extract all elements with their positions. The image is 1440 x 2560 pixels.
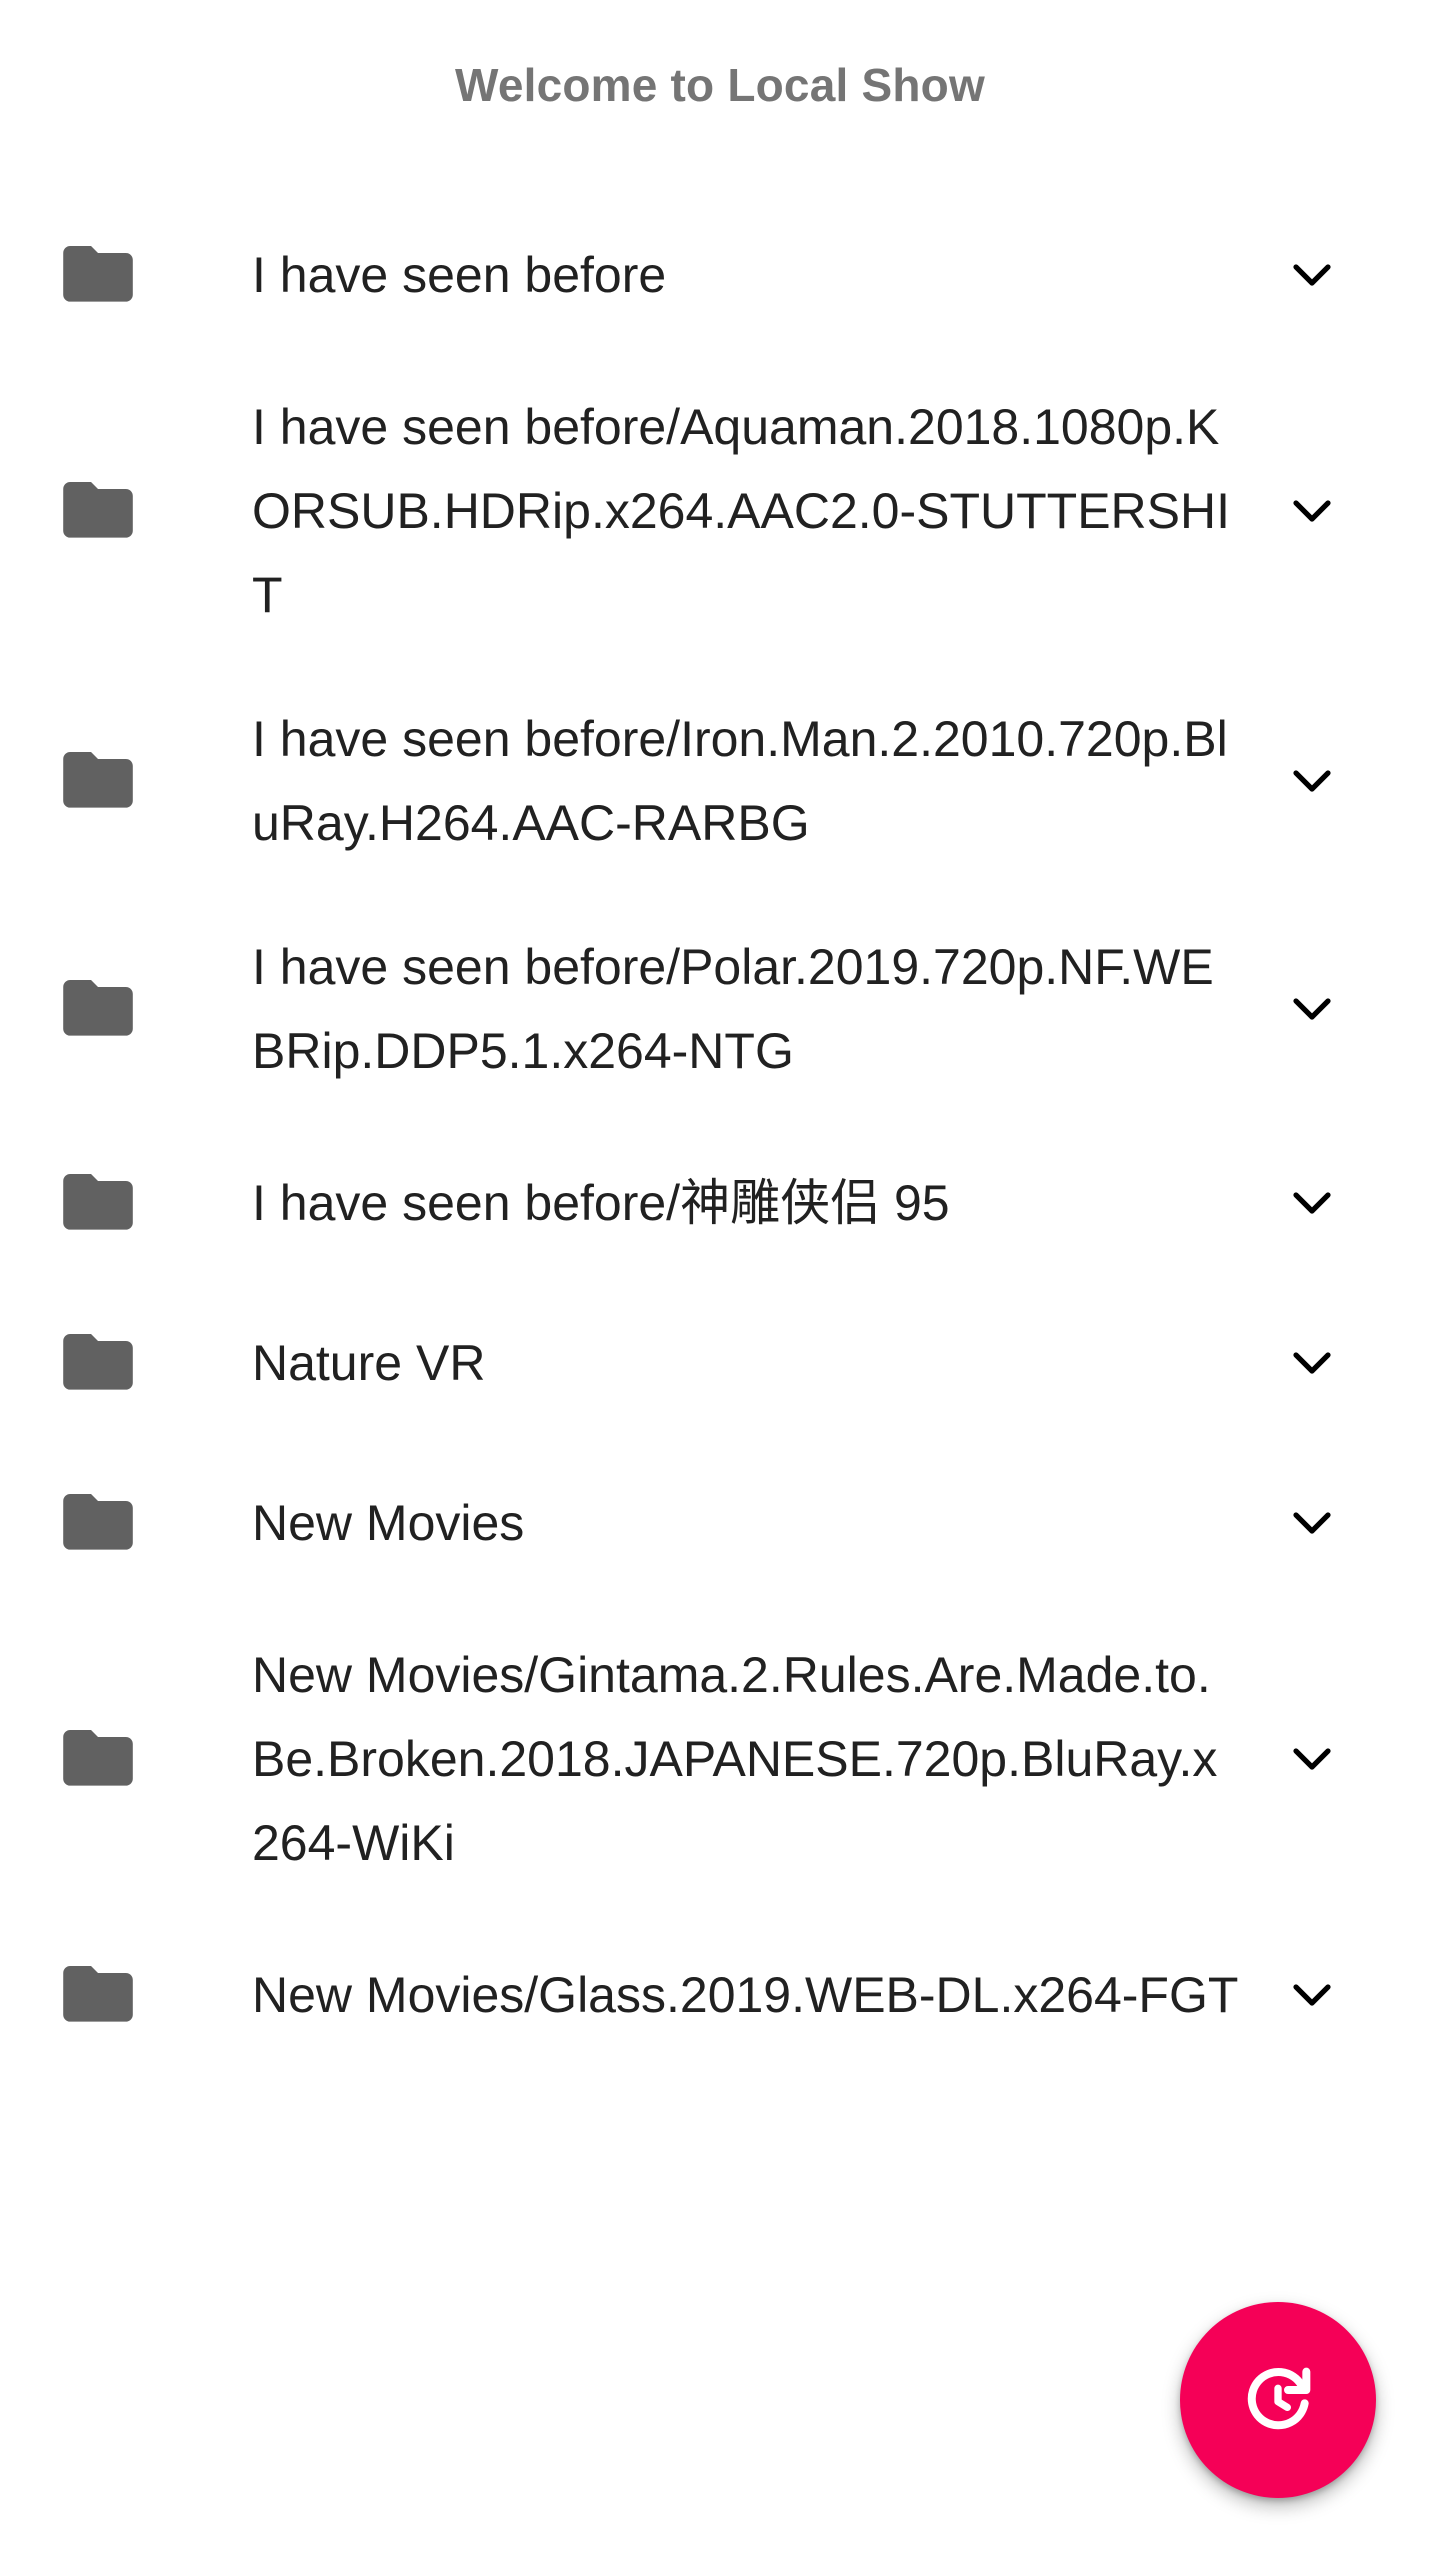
- folder-label: I have seen before/神雕侠侣 95: [252, 1175, 950, 1231]
- chevron-down-icon[interactable]: [1262, 461, 1362, 561]
- folder-icon: [62, 1494, 134, 1551]
- app-screen: Welcome to Local Show I have seen before…: [0, 0, 1440, 2560]
- folder-label: I have seen before/Iron.Man.2.2010.720p.…: [252, 711, 1228, 851]
- page-title: Welcome to Local Show: [455, 59, 985, 111]
- folder-list: I have seen before I have seen before/Aq…: [0, 170, 1440, 2075]
- folder-icon: [62, 1334, 134, 1391]
- chevron-down-icon[interactable]: [1262, 959, 1362, 1059]
- folder-list-item[interactable]: I have seen before/神雕侠侣 95: [0, 1123, 1440, 1283]
- refresh-button[interactable]: [1180, 2302, 1376, 2498]
- folder-label: New Movies: [252, 1495, 525, 1551]
- chevron-down-icon[interactable]: [1262, 1313, 1362, 1413]
- refresh-icon: [1238, 2360, 1318, 2440]
- chevron-down-icon[interactable]: [1262, 1153, 1362, 1253]
- folder-label: Nature VR: [252, 1335, 486, 1391]
- folder-list-item[interactable]: Nature VR: [0, 1283, 1440, 1443]
- folder-label: I have seen before: [252, 247, 667, 303]
- chevron-down-icon[interactable]: [1262, 225, 1362, 325]
- folder-label: New Movies/Gintama.2.Rules.Are.Made.to.B…: [252, 1647, 1218, 1871]
- chevron-down-icon[interactable]: [1262, 1945, 1362, 2045]
- chevron-down-icon[interactable]: [1262, 731, 1362, 831]
- app-header: Welcome to Local Show: [0, 0, 1440, 170]
- folder-label: I have seen before/Polar.2019.720p.NF.WE…: [252, 939, 1214, 1079]
- folder-list-item[interactable]: I have seen before/Polar.2019.720p.NF.WE…: [0, 895, 1440, 1123]
- folder-icon: [62, 980, 134, 1037]
- chevron-down-icon[interactable]: [1262, 1473, 1362, 1573]
- folder-list-item[interactable]: I have seen before/Aquaman.2018.1080p.KO…: [0, 355, 1440, 667]
- folder-label: I have seen before/Aquaman.2018.1080p.KO…: [252, 399, 1231, 623]
- folder-label: New Movies/Glass.2019.WEB-DL.x264-FGT: [252, 1967, 1239, 2023]
- folder-icon: [62, 482, 134, 539]
- chevron-down-icon[interactable]: [1262, 1709, 1362, 1809]
- folder-icon: [62, 752, 134, 809]
- folder-list-item[interactable]: New Movies/Glass.2019.WEB-DL.x264-FGT: [0, 1915, 1440, 2075]
- folder-list-item[interactable]: New Movies/Gintama.2.Rules.Are.Made.to.B…: [0, 1603, 1440, 1915]
- folder-icon: [62, 1730, 134, 1787]
- folder-icon: [62, 1174, 134, 1231]
- folder-list-item[interactable]: New Movies: [0, 1443, 1440, 1603]
- folder-icon: [62, 246, 134, 303]
- folder-icon: [62, 1966, 134, 2023]
- folder-list-item[interactable]: I have seen before: [0, 195, 1440, 355]
- folder-list-item[interactable]: I have seen before/Iron.Man.2.2010.720p.…: [0, 667, 1440, 895]
